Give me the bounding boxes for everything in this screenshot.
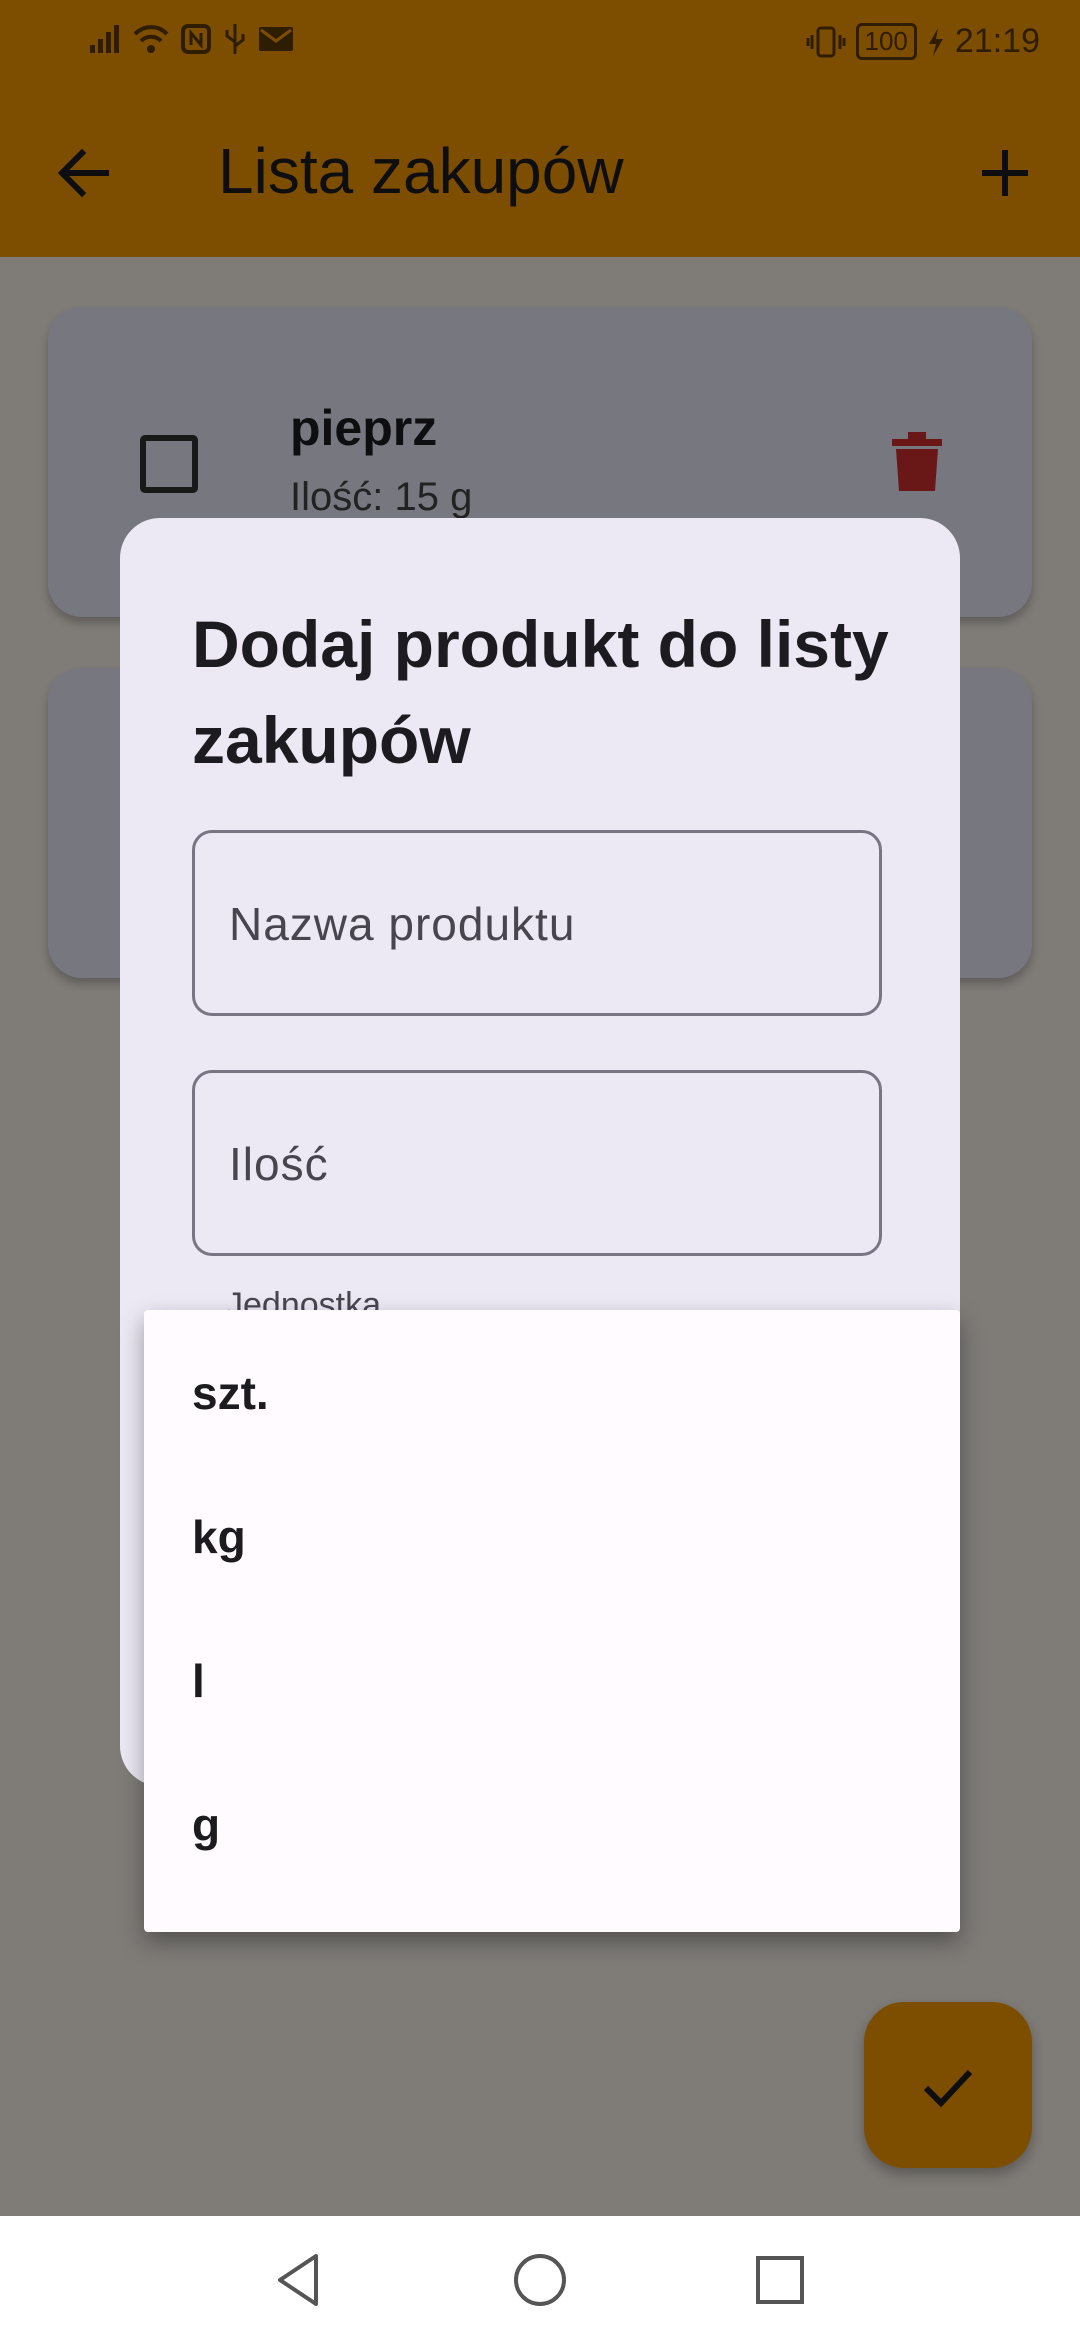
product-name-placeholder: Nazwa produktu (229, 898, 576, 950)
menu-item-l[interactable]: l (144, 1610, 960, 1754)
menu-item-kg[interactable]: kg (144, 1466, 960, 1610)
menu-item-label: g (192, 1799, 221, 1851)
unit-dropdown-menu: szt. kg l g (144, 1310, 960, 1932)
nav-home-icon[interactable] (508, 2248, 572, 2312)
quantity-placeholder: Ilość (229, 1138, 329, 1190)
system-nav-bar (0, 2216, 1080, 2340)
menu-item-label: kg (192, 1511, 246, 1563)
shopping-list-screen: 100 21:19 Lista zakupów pieprz Ilość: 15… (0, 0, 1080, 2340)
quantity-field[interactable]: Ilość (192, 1070, 882, 1256)
menu-item-szt[interactable]: szt. (144, 1322, 960, 1466)
nav-back-icon[interactable] (268, 2248, 332, 2312)
dialog-title: Dodaj produkt do listy zakupów (192, 607, 889, 777)
product-name-field[interactable]: Nazwa produktu (192, 830, 882, 1016)
menu-item-label: l (192, 1655, 205, 1707)
menu-item-label: szt. (192, 1367, 269, 1419)
menu-item-g[interactable]: g (144, 1754, 960, 1898)
nav-recents-icon[interactable] (748, 2248, 812, 2312)
